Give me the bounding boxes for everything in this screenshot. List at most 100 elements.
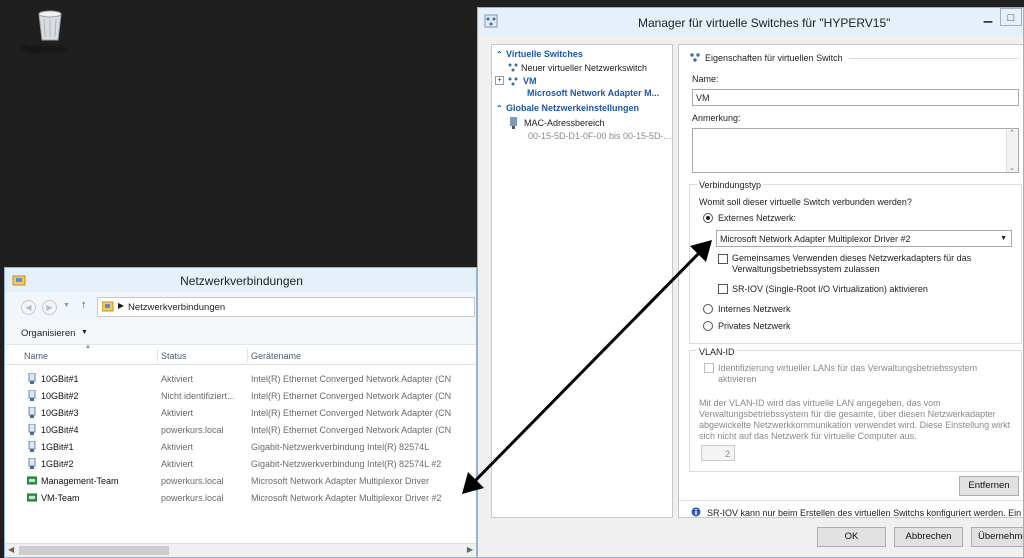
history-dropdown-icon[interactable]: ▼ [63,302,70,309]
address-bar-area: ◀ ▶ ▼ ↑ ▶ Netzwerkverbindungen [5,292,476,323]
virtual-switch-icon [484,14,498,28]
tree-item-vm-name: VM [523,76,537,86]
cell-status: powerkurs.local [161,425,224,435]
adapter-select[interactable]: Microsoft Network Adapter Multiplexor Dr… [716,230,1012,247]
private-network-label: Privates Netzwerk [718,321,791,331]
vertical-scrollbar[interactable]: ⌃ ⌄ [1006,129,1018,172]
apply-button[interactable]: Übernehmen [971,527,1023,547]
tree-item-mac-range[interactable]: MAC-Adressbereich [524,118,605,128]
tree-item-new-switch[interactable]: Neuer virtueller Netzwerkswitch [521,63,647,73]
table-row[interactable]: 10GBit#1 Aktiviert Intel(R) Ethernet Conve… [5,371,465,387]
section-title: Eigenschaften für virtuellen Switch [705,53,843,63]
tree-header-global[interactable]: ⌃ Globale Netzwerkeinstellungen [496,103,639,113]
up-arrow-icon[interactable]: ↑ [81,299,87,311]
column-header-status[interactable]: Status [161,351,187,361]
window-title-bar[interactable]: Manager für virtuelle Switches für "HYPE… [478,8,1023,36]
network-connections-window: Netzwerkverbindungen ◀ ▶ ▼ ↑ ▶ Netzwerkv… [4,267,477,558]
window-title-bar[interactable]: Netzwerkverbindungen [5,268,476,292]
radio-private-network[interactable] [703,321,713,331]
scroll-down-icon[interactable]: ⌄ [1009,164,1015,172]
switch-properties-icon [690,53,700,62]
horizontal-scrollbar[interactable]: ◀ ▶ [5,543,476,557]
vlan-desc-2: Verwaltungsbetriebssystem für die gesamt… [699,409,996,419]
window-title: Manager für virtuelle Switches für "HYPE… [638,16,891,30]
cell-status: Aktiviert [161,442,194,452]
cell-name: VM-Team [41,493,80,503]
scrollbar-thumb[interactable] [19,546,169,555]
chevron-down-icon[interactable]: ▼ [1000,235,1007,242]
vlan-id-value: 2 [724,449,730,459]
table-row[interactable]: 10GBit#4 powerkurs.local Intel(R) Ethernet… [5,422,465,438]
connections-list: 10GBit#1 Aktiviert Intel(R) Ethernet Conve… [5,371,465,541]
cell-status: Nicht identifiziert... [161,391,235,401]
cell-status: powerkurs.local [161,476,224,486]
cell-name: Management-Team [41,476,119,486]
checkbox-vlan[interactable] [704,363,714,373]
cell-status: Aktiviert [161,374,194,384]
cell-status: Aktiviert [161,459,194,469]
switch-icon [508,77,518,86]
cell-status: Aktiviert [161,408,194,418]
vlan-check-label-2: aktivieren [718,374,757,384]
remove-button[interactable]: Entfernen [959,476,1019,496]
tree-header-virtual-switches[interactable]: ⌃ Virtuelle Switches [496,49,583,59]
network-adapter-icon [28,441,36,452]
scroll-left-icon[interactable]: ◀ [8,545,14,554]
expand-plus-icon[interactable]: + [495,76,504,85]
internal-network-label: Internes Netzwerk [718,304,791,314]
address-path: Netzwerkverbindungen [128,302,226,313]
name-input[interactable]: VM [692,89,1019,106]
cell-name: 10GBit#4 [41,425,79,435]
scroll-right-icon[interactable]: ▶ [467,545,473,554]
cell-name: 10GBit#3 [41,408,79,418]
cell-device: Microsoft Network Adapter Multiplexor Dr… [251,476,430,486]
organize-menu[interactable]: Organisieren [21,328,75,339]
note-label: Anmerkung: [692,113,741,123]
cell-device: Intel(R) Ethernet Converged Network Adap… [251,408,452,418]
checkbox-sriov[interactable] [718,284,728,294]
tree-item-mac-range-value: 00-15-5D-D1-0F-00 bis 00-15-5D-... [528,131,672,141]
forward-button[interactable]: ▶ [42,300,57,315]
window-title: Netzwerkverbindungen [180,274,303,288]
tree-item-vm-adapter: Microsoft Network Adapter M... [527,88,660,98]
info-icon [691,507,701,517]
tree-header-label: Globale Netzwerkeinstellungen [506,103,640,113]
new-switch-icon [508,63,518,72]
connection-type-title: Verbindungstyp [697,180,764,190]
checkbox-share-adapter[interactable] [718,254,728,264]
collapse-chevron-icon[interactable]: ⌃ [496,50,506,59]
ok-button[interactable]: OK [817,527,886,547]
sriov-label: SR-IOV (Single-Root I/O Virtualization) … [732,284,928,294]
vlan-desc-4: sich nicht auf das Netzwerk für virtuell… [699,431,917,441]
address-input[interactable]: ▶ Netzwerkverbindungen [97,297,475,317]
tree-item-vm-selected[interactable]: VM Microsoft Network Adapter M... [521,74,669,100]
radio-external-network[interactable] [703,213,713,223]
column-header-device[interactable]: Gerätename [251,351,301,361]
note-textarea[interactable]: ⌃ ⌄ [692,128,1019,173]
recycle-bin-desktop-icon[interactable]: Papierkorb [22,6,78,54]
radio-internal-network[interactable] [703,304,713,314]
network-folder-icon [102,301,114,312]
table-row[interactable]: 1GBit#1 Aktiviert Gigabit-Netzwerkverbindu… [5,439,465,455]
table-row[interactable]: VM-Team powerkurs.local Microsoft Network … [5,490,465,506]
external-network-label: Externes Netzwerk: [718,213,797,223]
scroll-up-icon[interactable]: ⌃ [1009,129,1015,137]
vlan-id-input[interactable]: 2 [701,445,735,461]
vlan-title: VLAN-ID [697,347,737,357]
virtual-switch-manager-window: Manager für virtuelle Switches für "HYPE… [477,7,1024,558]
table-row[interactable]: 1GBit#2 Aktiviert Gigabit-Netzwerkverbindu… [5,456,465,472]
minimize-button[interactable]: ▁ [976,8,1000,26]
cell-device: Intel(R) Ethernet Converged Network Adap… [251,374,452,384]
collapse-chevron-icon[interactable]: ⌃ [496,104,506,113]
maximize-button[interactable]: □ [1000,8,1022,26]
cancel-button[interactable]: Abbrechen [894,527,963,547]
table-row[interactable]: 10GBit#2 Nicht identifiziert... Intel(R) E… [5,388,465,404]
column-header-name[interactable]: Name [24,351,48,361]
recycle-bin-icon [38,10,62,41]
chevron-down-icon[interactable]: ▼ [81,329,88,336]
table-row[interactable]: 10GBit#3 Aktiviert Intel(R) Ethernet Conve… [5,405,465,421]
back-button[interactable]: ◀ [21,300,36,315]
network-adapter-icon [28,390,36,401]
breadcrumb-chevron-icon: ▶ [118,301,125,310]
table-row[interactable]: Management-Team powerkurs.local Microsoft … [5,473,465,489]
